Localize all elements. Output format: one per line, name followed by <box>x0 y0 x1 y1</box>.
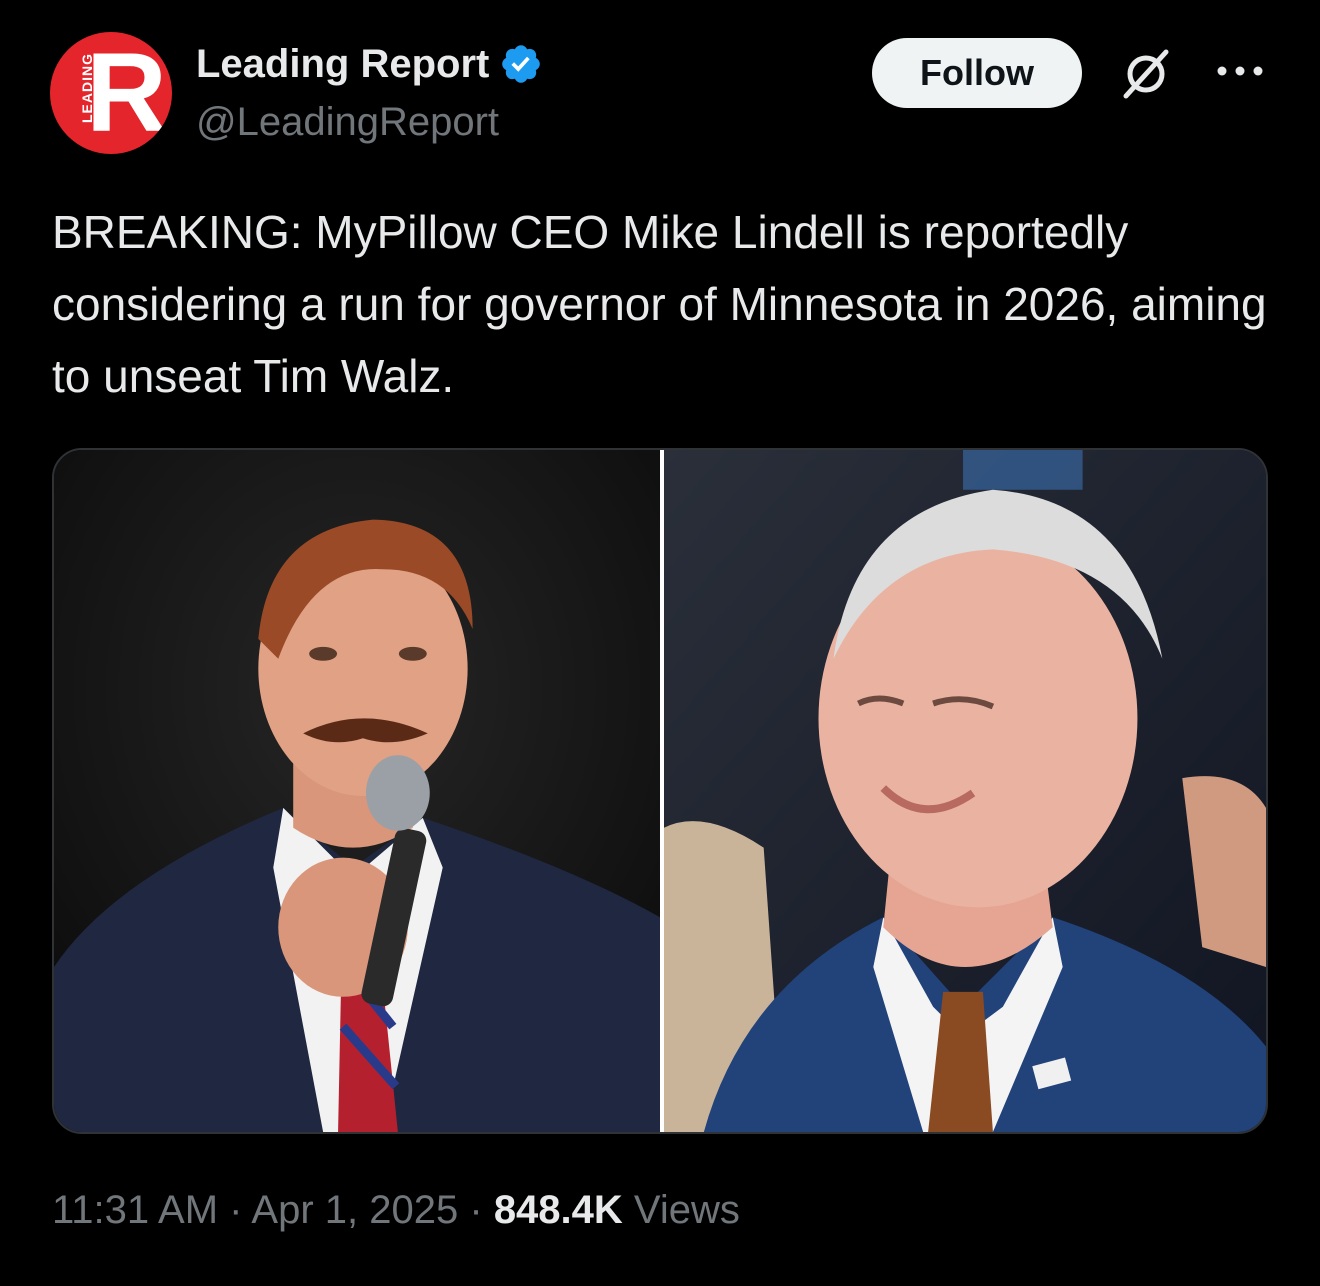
meta-separator: · <box>229 1188 243 1232</box>
grok-icon[interactable] <box>1118 46 1174 102</box>
photo-mike-lindell[interactable] <box>54 450 660 1132</box>
author-avatar[interactable]: R LEADING <box>50 32 172 154</box>
author-name-row: Leading Report <box>196 40 543 88</box>
photo-mike-lindell-illustration <box>54 450 660 1132</box>
verified-badge-icon <box>502 45 541 83</box>
views-count: 848.4K <box>493 1188 623 1232</box>
media-grid[interactable] <box>52 448 1268 1134</box>
tweet-post: R LEADING Leading Report @LeadingReport … <box>0 0 1320 1286</box>
tweet-time[interactable]: 11:31 AM <box>52 1188 218 1232</box>
author-handle[interactable]: @LeadingReport <box>196 98 499 146</box>
author-display-name[interactable]: Leading Report <box>196 40 489 88</box>
views-label: Views <box>633 1188 740 1232</box>
meta-separator: · <box>469 1188 483 1232</box>
tweet-meta: 11:31 AM · Apr 1, 2025 · 848.4K Views <box>52 1186 740 1234</box>
avatar-logo-letter: R <box>86 32 167 154</box>
avatar-logo-side-text: LEADING <box>79 53 95 123</box>
more-dots-icon[interactable] <box>1212 56 1268 86</box>
tweet-date[interactable]: Apr 1, 2025 <box>251 1188 458 1232</box>
photo-tim-walz-illustration <box>663 450 1266 1132</box>
tweet-text: BREAKING: MyPillow CEO Mike Lindell is r… <box>52 206 1267 402</box>
photo-tim-walz[interactable] <box>663 450 1266 1132</box>
follow-button[interactable]: Follow <box>872 38 1082 108</box>
